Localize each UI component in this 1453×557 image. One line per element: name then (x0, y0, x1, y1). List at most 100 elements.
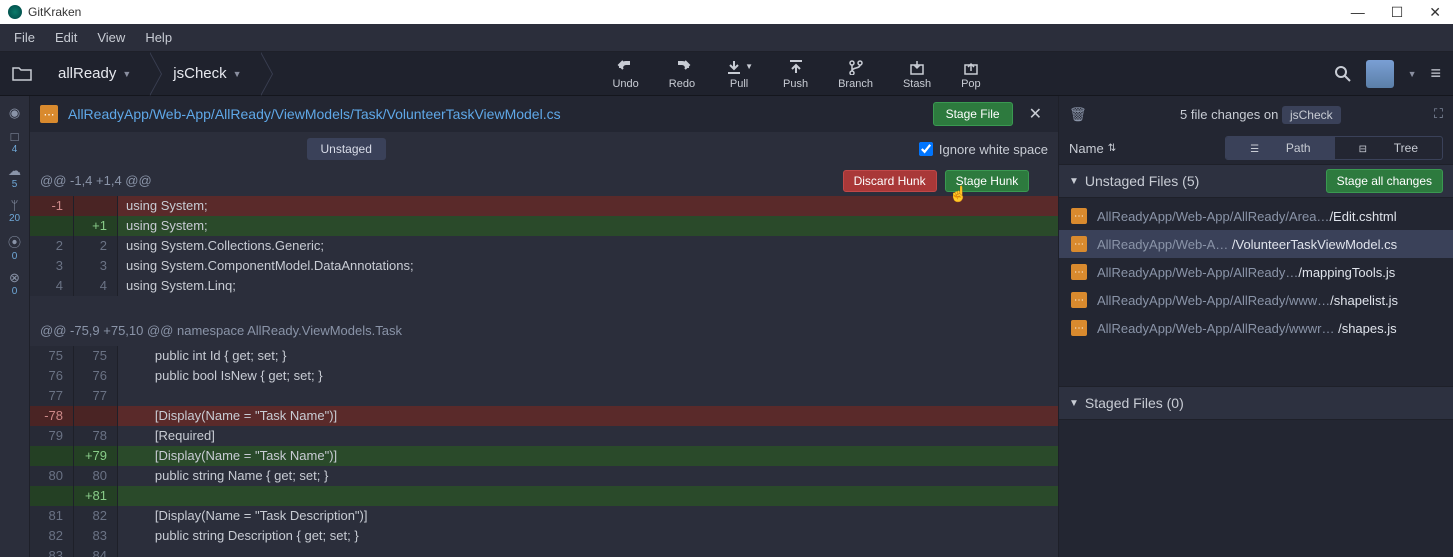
ignore-whitespace-toggle[interactable]: Ignore white space (919, 142, 1048, 157)
changes-label: 5 file changes on jsCheck (1095, 107, 1426, 122)
view-path-tab[interactable]: ☰ Path (1226, 137, 1334, 159)
close-button[interactable]: ✕ (1425, 4, 1445, 21)
maximize-button[interactable]: ☐ (1387, 4, 1408, 21)
file-row[interactable]: ⋯ AllReadyApp/Web-App/AllReady…/mappingTo… (1059, 258, 1453, 286)
pull-button[interactable]: ▼Pull (719, 58, 759, 90)
diff-line[interactable]: 8182 [Display(Name = "Task Description")… (30, 506, 1058, 526)
stage-file-button[interactable]: Stage File (933, 102, 1013, 126)
new-line-number: 77 (74, 386, 118, 406)
undo-icon (617, 58, 635, 76)
breadcrumb-repo[interactable]: allReady ▼ (44, 52, 149, 95)
window-title: GitKraken (28, 5, 1347, 19)
branch-button[interactable]: Branch (832, 58, 879, 90)
old-line-number: 2 (30, 236, 74, 256)
hamburger-menu[interactable]: ≡ (1430, 63, 1441, 84)
diff-line[interactable]: 22using System.Collections.Generic; (30, 236, 1058, 256)
stash-button[interactable]: Stash (897, 58, 937, 90)
push-icon (787, 58, 805, 76)
pop-button[interactable]: Pop (955, 58, 987, 90)
rail-item-4[interactable]: ⦿0 (8, 229, 21, 265)
redo-button[interactable]: Redo (663, 58, 701, 90)
diff-line[interactable]: 8080 public string Name { get; set; } (30, 466, 1058, 486)
folder-icon (12, 66, 32, 82)
changes-text: 5 file changes on (1180, 107, 1278, 122)
avatar[interactable] (1366, 60, 1394, 88)
staged-label: Staged Files (0) (1085, 395, 1443, 411)
file-modified-icon: ⋯ (1071, 264, 1087, 280)
expand-panel-button[interactable]: ⛶ (1434, 106, 1443, 122)
unstaged-file-list: ⋯AllReadyApp/Web-App/AllReady/Area…/Edit… (1059, 198, 1453, 346)
diff-line[interactable]: -78 [Display(Name = "Task Name")] (30, 406, 1058, 426)
sort-by-name[interactable]: Name ⇅ (1069, 141, 1116, 156)
new-line-number: 84 (74, 546, 118, 557)
code-content: using System.ComponentModel.DataAnnotati… (118, 256, 1058, 276)
diff-line[interactable]: -1using System; (30, 196, 1058, 216)
new-line-number: 83 (74, 526, 118, 546)
diff-line[interactable]: 44using System.Linq; (30, 276, 1058, 296)
new-line-number: 78 (74, 426, 118, 446)
file-row[interactable]: ⋯AllReadyApp/Web-App/AllReady/Area…/Edit… (1059, 202, 1453, 230)
rail-item-5[interactable]: ⊗0 (9, 267, 20, 300)
diff-line[interactable]: 7978 [Required] (30, 426, 1058, 446)
caret-down-icon: ▼ (1069, 176, 1079, 187)
rail-item-2[interactable]: ☁5 (8, 160, 21, 193)
code-content: public int Id { get; set; } (118, 346, 1058, 366)
push-button[interactable]: Push (777, 58, 814, 90)
menu-bar: FileEditViewHelp (0, 24, 1453, 52)
ignore-whitespace-checkbox[interactable] (919, 142, 933, 156)
staged-section-header[interactable]: ▼ Staged Files (0) (1059, 386, 1453, 420)
view-tree-tab[interactable]: ⊟ Tree (1335, 137, 1442, 159)
stage-hunk-button[interactable]: Stage Hunk (945, 170, 1030, 192)
diff-line[interactable]: 7575 public int Id { get; set; } (30, 346, 1058, 366)
new-line-number: 76 (74, 366, 118, 386)
diff-line[interactable]: +81 (30, 486, 1058, 506)
hunk-range: @@ -1,4 +1,4 @@ (40, 171, 843, 191)
diff-line[interactable]: 7777 (30, 386, 1058, 406)
file-path-label: AllReadyApp/Web-App/AllReady…/mappingToo… (1097, 265, 1441, 280)
new-line-number: 4 (74, 276, 118, 296)
code-content: using System; (118, 216, 1058, 236)
file-row[interactable]: ⋯AllReadyApp/Web-App/AllReady/wwwr… /sha… (1059, 314, 1453, 342)
rail-item-0[interactable]: ◉ (9, 102, 20, 124)
old-line-number (30, 486, 74, 506)
rail-item-3[interactable]: ᛘ20 (9, 195, 20, 227)
unstaged-label: Unstaged Files (5) (1085, 173, 1326, 189)
sort-label: Name (1069, 141, 1104, 156)
menu-help[interactable]: Help (135, 26, 182, 49)
file-row[interactable]: ⋯AllReadyApp/Web-A… /VolunteerTaskViewMo… (1059, 230, 1453, 258)
undo-button[interactable]: Undo (606, 58, 644, 90)
folder-button[interactable] (0, 52, 44, 95)
rail-icon: ⊗ (9, 270, 20, 286)
file-modified-icon: ⋯ (1071, 208, 1087, 224)
discard-all-button[interactable]: 🗑 (1069, 106, 1087, 123)
diff-line[interactable]: +79 [Display(Name = "Task Name")] (30, 446, 1058, 466)
view-tree-label: Tree (1382, 137, 1430, 159)
menu-edit[interactable]: Edit (45, 26, 87, 49)
new-line-number: 75 (74, 346, 118, 366)
diff-line[interactable]: +1using System; (30, 216, 1058, 236)
minimize-button[interactable]: — (1347, 4, 1369, 21)
search-button[interactable] (1334, 65, 1352, 83)
search-icon (1334, 65, 1352, 83)
file-row[interactable]: ⋯AllReadyApp/Web-App/AllReady/www…/shape… (1059, 286, 1453, 314)
diff-line[interactable]: 33using System.ComponentModel.DataAnnota… (30, 256, 1058, 276)
breadcrumb-branch[interactable]: jsCheck ▼ (149, 52, 259, 95)
stage-all-button[interactable]: Stage all changes (1326, 169, 1443, 193)
close-diff-button[interactable]: ✕ (1023, 104, 1048, 124)
discard-hunk-button[interactable]: Discard Hunk (843, 170, 937, 192)
code-content: [Display(Name = "Task Description")] (118, 506, 1058, 526)
unstaged-section-header[interactable]: ▼ Unstaged Files (5) Stage all changes (1059, 164, 1453, 198)
menu-view[interactable]: View (87, 26, 135, 49)
old-line-number: 79 (30, 426, 74, 446)
menu-file[interactable]: File (4, 26, 45, 49)
rail-item-1[interactable]: □4 (11, 126, 19, 158)
stash-label: Stash (903, 78, 931, 90)
chevron-down-icon: ▼ (122, 69, 131, 79)
file-header: ⋯ AllReadyApp/Web-App/AllReady/ViewModel… (30, 96, 1058, 132)
chevron-down-icon: ▼ (1408, 69, 1417, 79)
diff-line[interactable]: 8283 public string Description { get; se… (30, 526, 1058, 546)
redo-label: Redo (669, 78, 695, 90)
breadcrumb: allReady ▼ jsCheck ▼ (44, 52, 260, 95)
diff-line[interactable]: 8384 (30, 546, 1058, 557)
diff-line[interactable]: 7676 public bool IsNew { get; set; } (30, 366, 1058, 386)
